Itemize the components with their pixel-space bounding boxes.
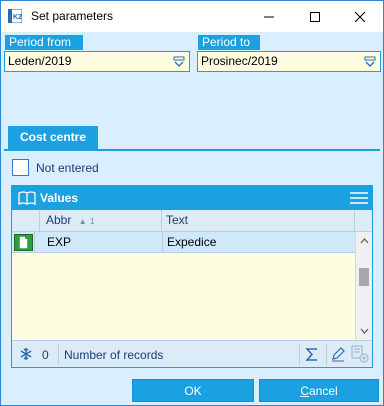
column-text-label: Text [166, 213, 189, 227]
cancel-label-rest: ancel [308, 384, 338, 398]
minimize-button[interactable] [246, 1, 292, 32]
table-row[interactable]: EXP Expedice [12, 232, 355, 253]
title-bar: K2 Set parameters [1, 1, 383, 32]
sum-icon[interactable] [305, 347, 319, 362]
column-header-text[interactable]: Text [162, 210, 355, 232]
k2-app-icon: K2 [8, 9, 22, 23]
add-record-icon [351, 345, 369, 363]
scrollbar-thumb[interactable] [359, 268, 369, 286]
close-icon [355, 11, 365, 22]
values-header: Values [12, 186, 372, 210]
not-entered-label[interactable]: Not entered [36, 161, 99, 175]
ok-button[interactable]: OK [132, 379, 254, 402]
cancel-accelerator: C [300, 384, 309, 398]
cancel-button[interactable]: Cancel [259, 379, 379, 402]
values-grid: Values Abbr ▲ 1 Text EXP Expedice 0 Numb… [11, 185, 373, 368]
period-from-select[interactable]: Leden/2019 [4, 51, 190, 72]
cell-text: Expedice [167, 235, 217, 249]
vertical-scrollbar[interactable] [355, 232, 372, 340]
close-button[interactable] [337, 1, 383, 32]
column-header-abbr[interactable]: Abbr ▲ 1 [40, 210, 162, 232]
records-count: 0 [42, 348, 49, 362]
period-from-value: Leden/2019 [8, 54, 72, 68]
sort-ascending-icon: ▲ [78, 217, 87, 226]
period-to-value: Prosinec/2019 [201, 54, 278, 68]
dropdown-icon[interactable] [364, 56, 376, 67]
minimize-icon [264, 16, 274, 17]
page-icon [19, 236, 28, 249]
set-parameters-dialog: K2 Set parameters Period from Leden/2019… [0, 0, 384, 406]
tab-cost-centre[interactable]: Cost centre [8, 126, 98, 149]
records-label: Number of records [64, 348, 164, 362]
hamburger-menu-icon[interactable] [349, 190, 369, 206]
edit-pencil-icon[interactable] [330, 346, 346, 362]
not-entered-checkbox[interactable] [12, 159, 29, 176]
period-to-select[interactable]: Prosinec/2019 [197, 51, 381, 72]
snowflake-icon[interactable] [19, 347, 33, 361]
scroll-corner [355, 210, 372, 232]
scroll-down-icon[interactable] [360, 328, 369, 334]
scroll-up-icon[interactable] [360, 238, 369, 244]
row-indicator-header [12, 210, 40, 232]
period-to-label: Period to [198, 35, 260, 50]
maximize-icon [310, 11, 320, 22]
sort-index: 1 [89, 217, 95, 226]
book-icon [18, 191, 36, 205]
window-title: Set parameters [31, 9, 114, 23]
svg-text:K2: K2 [13, 14, 22, 21]
maximize-button[interactable] [292, 1, 338, 32]
period-from-label: Period from [5, 35, 83, 50]
document-icon [14, 234, 33, 251]
grid-footer: 0 Number of records [12, 340, 372, 367]
column-abbr-label: Abbr [46, 213, 72, 227]
values-title: Values [40, 191, 79, 205]
dropdown-icon[interactable] [173, 56, 185, 67]
cell-abbr: EXP [47, 235, 72, 249]
